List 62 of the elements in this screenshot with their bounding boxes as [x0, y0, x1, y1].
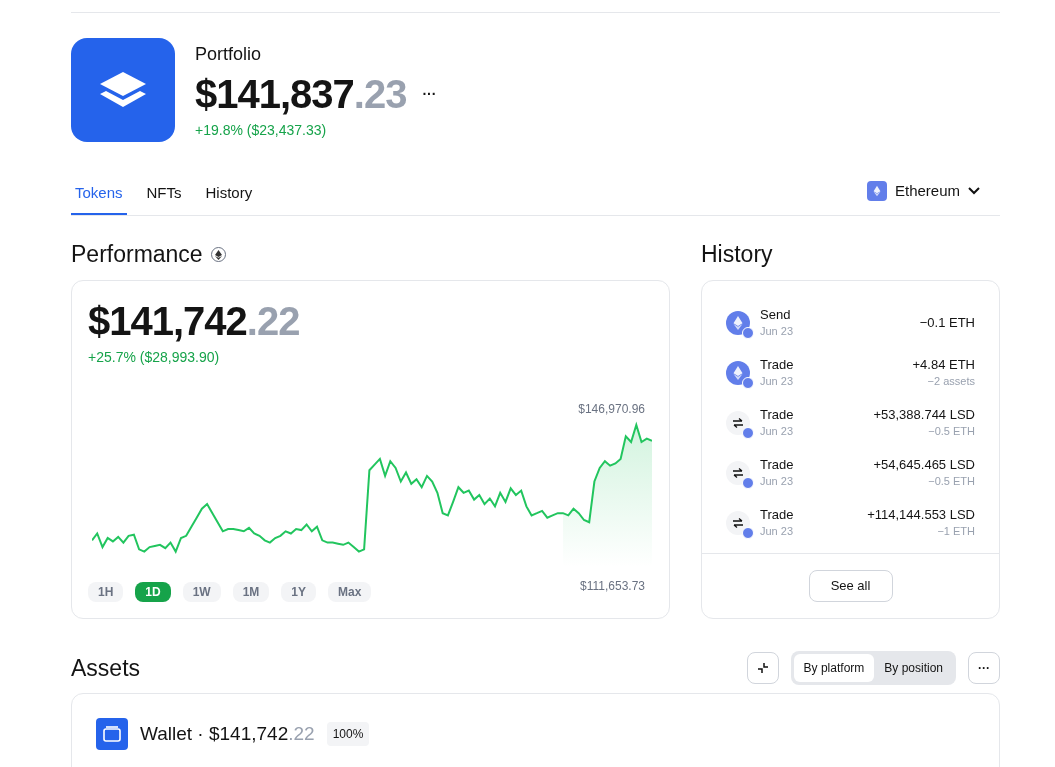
history-action: Trade — [760, 456, 795, 473]
history-action: Send — [760, 306, 792, 323]
portfolio-change: +19.8% ($23,437.33) — [195, 121, 328, 140]
chart-high-label: $146,970.96 — [578, 400, 645, 417]
wallet-icon — [96, 718, 128, 750]
range-button[interactable]: 1M — [232, 581, 270, 602]
tab[interactable]: Tokens — [71, 182, 127, 215]
see-all-button[interactable]: See all — [808, 569, 893, 602]
network-selector[interactable]: Ethereum — [866, 180, 1000, 215]
history-detail: −0.5 ETH — [928, 473, 975, 489]
history-action: Trade — [760, 356, 795, 373]
history-date: Jun 23 — [760, 473, 795, 489]
history-item[interactable]: Trade Jun 23 +4.84 ETH −2 assets — [726, 354, 975, 391]
history-item[interactable]: Send Jun 23 −0.1 ETH — [726, 304, 975, 341]
history-action: Trade — [760, 506, 795, 523]
history-detail: −0.5 ETH — [928, 423, 975, 439]
performance-balance: $141,742.22 — [88, 297, 301, 345]
history-item[interactable]: Trade Jun 23 +53,388.744 LSD −0.5 ETH — [726, 404, 975, 441]
history-item[interactable]: Trade Jun 23 +54,645.465 LSD −0.5 ETH — [726, 454, 975, 491]
tab[interactable]: NFTs — [142, 182, 186, 215]
view-option[interactable]: By position — [874, 653, 953, 682]
history-amount: +114,144.553 LSD — [867, 506, 975, 523]
history-item[interactable]: Trade Jun 23 +114,144.553 LSD −1 ETH — [726, 504, 975, 541]
network-badge-icon — [742, 476, 754, 489]
more-button[interactable]: ··· — [422, 84, 437, 104]
wallet-share: 100% — [326, 722, 370, 746]
section-title: Assets — [71, 653, 141, 683]
arrows-icon — [732, 416, 744, 429]
range-button[interactable]: Max — [328, 581, 372, 602]
history-amount: −0.1 ETH — [919, 314, 975, 331]
history-date: Jun 23 — [760, 423, 795, 439]
history-amount: +4.84 ETH — [912, 356, 975, 373]
arrows-icon — [732, 516, 744, 529]
history-date: Jun 23 — [760, 323, 795, 339]
collapse-icon — [756, 661, 769, 674]
network-badge-icon — [742, 376, 754, 389]
history-amount: +53,388.744 LSD — [873, 406, 975, 423]
section-title: History — [701, 240, 773, 270]
chart-low-label: $111,653.73 — [580, 577, 645, 594]
more-button[interactable]: ··· — [968, 651, 1000, 684]
network-badge-icon — [742, 426, 754, 439]
range-button[interactable]: 1W — [182, 581, 221, 602]
view-option[interactable]: By platform — [793, 653, 875, 682]
history-date: Jun 23 — [760, 523, 795, 539]
network-badge-icon — [742, 526, 754, 539]
section-title: Performance — [71, 240, 203, 270]
tab[interactable]: History — [201, 182, 257, 215]
range-button[interactable]: 1H — [88, 581, 124, 602]
chevron-down-icon — [968, 187, 980, 196]
history-detail: −2 assets — [927, 373, 975, 389]
history-amount: +54,645.465 LSD — [873, 456, 975, 473]
arrows-icon — [732, 466, 744, 479]
collapse-button[interactable] — [746, 651, 779, 684]
performance-change: +25.7% ($28,993.90) — [88, 347, 221, 367]
wallet-title: Wallet · $141,742.22 — [140, 721, 315, 746]
network-badge-icon — [742, 326, 754, 339]
portfolio-title: Portfolio — [195, 43, 263, 66]
history-date: Jun 23 — [760, 373, 795, 389]
portfolio-balance: $141,837.23 — [195, 71, 407, 118]
history-action: Trade — [760, 406, 795, 423]
history-detail: −1 ETH — [937, 523, 975, 539]
range-button[interactable]: 1Y — [281, 581, 317, 602]
